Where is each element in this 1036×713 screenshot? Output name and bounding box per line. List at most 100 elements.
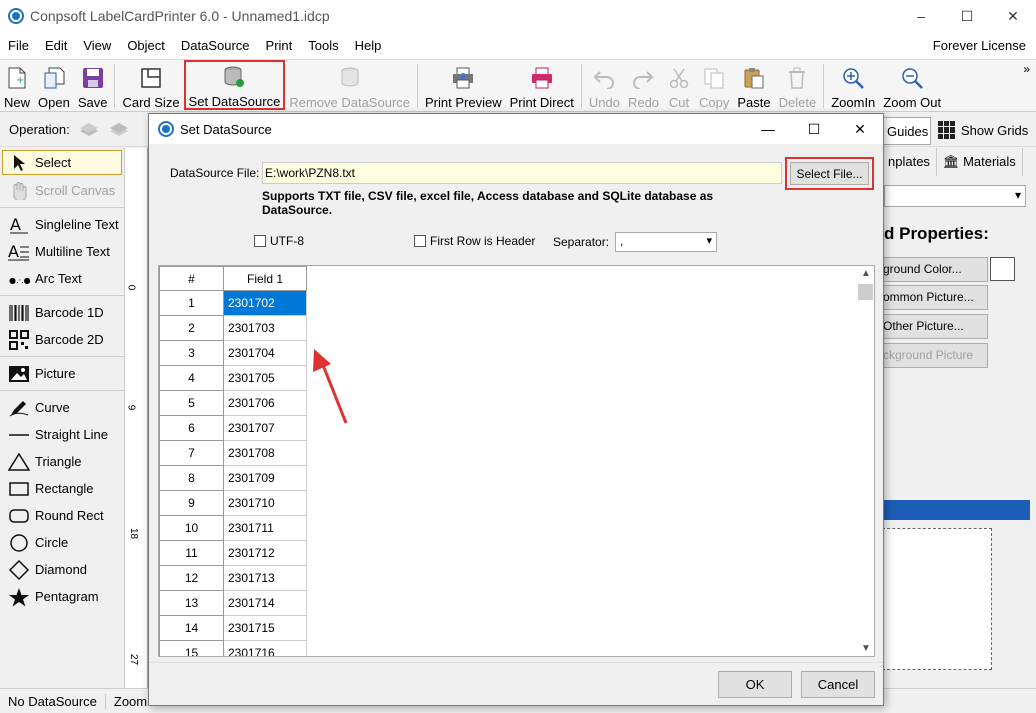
guides-toggle[interactable]: Guides [882, 117, 931, 145]
field-cell[interactable]: 2301706 [224, 391, 307, 416]
properties-dropdown[interactable] [884, 185, 1026, 207]
menu-view[interactable]: View [75, 38, 119, 53]
row-number-cell[interactable]: 2 [159, 316, 224, 341]
common-picture-button[interactable]: ommon Picture... [882, 285, 988, 310]
first-row-header-checkbox[interactable]: First Row is Header [414, 234, 535, 248]
print-direct-button[interactable]: Print Direct [506, 60, 578, 110]
scroll-down-icon[interactable]: ▼ [861, 643, 871, 654]
tool-select[interactable]: Select [2, 150, 122, 175]
tool-straight-line[interactable]: Straight Line [0, 421, 124, 448]
table-row[interactable]: 9 2301710 [159, 491, 307, 516]
menu-edit[interactable]: Edit [37, 38, 75, 53]
close-button[interactable]: ✕ [990, 0, 1036, 32]
copy-button[interactable]: Copy [695, 60, 733, 110]
field-cell[interactable]: 2301702 [224, 291, 307, 316]
column-header-field1[interactable]: Field 1 [224, 266, 307, 291]
menu-print[interactable]: Print [258, 38, 301, 53]
other-picture-button[interactable]: Other Picture... [882, 314, 988, 339]
dialog-minimize-button[interactable]: — [745, 114, 791, 144]
row-number-cell[interactable]: 14 [159, 616, 224, 641]
delete-button[interactable]: Delete [775, 60, 821, 110]
toolbar-overflow-button[interactable]: » [1023, 62, 1030, 76]
menu-datasource[interactable]: DataSource [173, 38, 258, 53]
menu-file[interactable]: File [0, 38, 37, 53]
field-cell[interactable]: 2301704 [224, 341, 307, 366]
row-number-cell[interactable]: 13 [159, 591, 224, 616]
scroll-up-icon[interactable]: ▲ [861, 268, 871, 279]
table-row[interactable]: 5 2301706 [159, 391, 307, 416]
dialog-maximize-button[interactable]: ☐ [791, 114, 837, 144]
tool-scroll-canvas[interactable]: Scroll Canvas [0, 177, 124, 204]
field-cell[interactable]: 2301715 [224, 616, 307, 641]
menu-help[interactable]: Help [347, 38, 390, 53]
column-header-number[interactable]: # [159, 266, 224, 291]
ok-button[interactable]: OK [718, 671, 792, 698]
row-number-cell[interactable]: 1 [159, 291, 224, 316]
table-row[interactable]: 8 2301709 [159, 466, 307, 491]
menu-object[interactable]: Object [119, 38, 173, 53]
datasource-file-input[interactable] [262, 162, 782, 184]
layers-up-icon[interactable] [78, 121, 100, 139]
tool-diamond[interactable]: Diamond [0, 556, 124, 583]
background-color-button[interactable]: ground Color... [882, 257, 988, 282]
field-cell[interactable]: 2301711 [224, 516, 307, 541]
field-cell[interactable]: 2301713 [224, 566, 307, 591]
row-number-cell[interactable]: 10 [159, 516, 224, 541]
paste-button[interactable]: Paste [733, 60, 774, 110]
tab-materials[interactable]: 🏛 Materials [937, 148, 1023, 176]
grid-scrollbar[interactable]: ▲ ▼ [858, 266, 874, 656]
field-cell[interactable]: 2301705 [224, 366, 307, 391]
tool-curve[interactable]: Curve [0, 394, 124, 421]
row-number-cell[interactable]: 4 [159, 366, 224, 391]
table-row[interactable]: 6 2301707 [159, 416, 307, 441]
tool-multiline-text[interactable]: A Multiline Text [0, 238, 124, 265]
row-number-cell[interactable]: 6 [159, 416, 224, 441]
dialog-close-button[interactable]: ✕ [837, 114, 883, 144]
tool-arc-text[interactable]: ●.·.● Arc Text [0, 265, 124, 292]
field-cell[interactable]: 2301714 [224, 591, 307, 616]
table-row[interactable]: 2 2301703 [159, 316, 307, 341]
utf8-checkbox[interactable]: UTF-8 [254, 234, 304, 248]
license-menu[interactable]: Forever License [933, 38, 1026, 53]
minimize-button[interactable]: – [898, 0, 944, 32]
new-button[interactable]: + New [0, 60, 34, 110]
row-number-cell[interactable]: 11 [159, 541, 224, 566]
table-row[interactable]: 7 2301708 [159, 441, 307, 466]
table-row[interactable]: 11 2301712 [159, 541, 307, 566]
field-cell[interactable]: 2301703 [224, 316, 307, 341]
background-color-swatch[interactable] [990, 257, 1015, 281]
menu-tools[interactable]: Tools [300, 38, 346, 53]
background-picture-button[interactable]: ckground Picture [882, 343, 988, 368]
zoom-in-button[interactable]: ZoomIn [827, 60, 879, 110]
remove-datasource-button[interactable]: Remove DataSource [285, 60, 414, 110]
scrollbar-thumb[interactable] [858, 284, 873, 300]
table-row[interactable]: 14 2301715 [159, 616, 307, 641]
table-row[interactable]: 3 2301704 [159, 341, 307, 366]
table-row[interactable]: 4 2301705 [159, 366, 307, 391]
field-cell[interactable]: 2301709 [224, 466, 307, 491]
row-number-cell[interactable]: 5 [159, 391, 224, 416]
row-number-cell[interactable]: 7 [159, 441, 224, 466]
redo-button[interactable]: Redo [624, 60, 663, 110]
tool-picture[interactable]: Picture [0, 360, 124, 387]
show-grids-toggle[interactable]: Show Grids [938, 121, 1028, 139]
cut-button[interactable]: Cut [663, 60, 695, 110]
tool-pentagram[interactable]: Pentagram [0, 583, 124, 610]
open-button[interactable]: Open [34, 60, 74, 110]
field-cell[interactable]: 2301707 [224, 416, 307, 441]
tool-singleline-text[interactable]: A Singleline Text [0, 211, 124, 238]
row-number-cell[interactable]: 12 [159, 566, 224, 591]
row-number-cell[interactable]: 15 [159, 641, 224, 656]
table-row[interactable]: 12 2301713 [159, 566, 307, 591]
table-row[interactable]: 1 2301702 [159, 291, 307, 316]
field-cell[interactable]: 2301716 [224, 641, 307, 656]
cancel-button[interactable]: Cancel [801, 671, 875, 698]
tool-barcode-2d[interactable]: Barcode 2D [0, 326, 124, 353]
table-row[interactable]: 10 2301711 [159, 516, 307, 541]
card-size-button[interactable]: Card Size [118, 60, 183, 110]
field-cell[interactable]: 2301712 [224, 541, 307, 566]
tool-barcode-1d[interactable]: Barcode 1D [0, 299, 124, 326]
tool-rectangle[interactable]: Rectangle [0, 475, 124, 502]
tool-triangle[interactable]: Triangle [0, 448, 124, 475]
tool-circle[interactable]: Circle [0, 529, 124, 556]
